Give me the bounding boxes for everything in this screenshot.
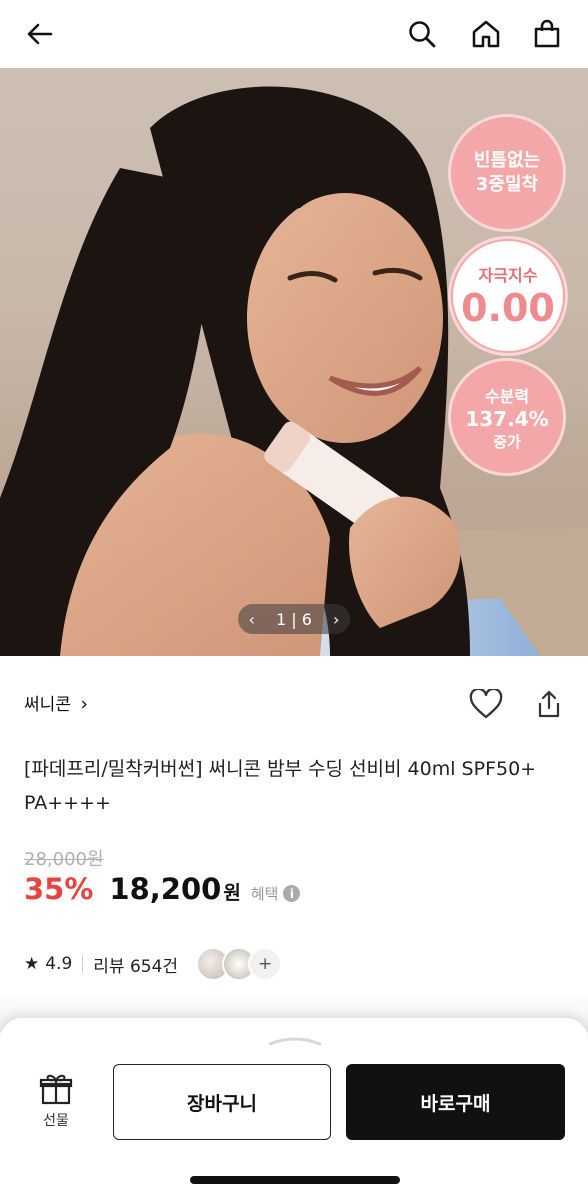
rating-divider — [82, 955, 84, 973]
badge-moisture-value: 137.4% — [465, 406, 549, 431]
product-title: [파데프리/밀착커버썬] 써니콘 밤부 수딩 선비비 40ml SPF50+ P… — [24, 758, 537, 814]
original-price: 28,000원 — [24, 849, 104, 870]
shopping-bag-icon — [534, 19, 560, 48]
gift-icon — [39, 1074, 73, 1105]
arrow-left-icon — [27, 23, 53, 45]
review-thumbnails[interactable]: + — [196, 947, 283, 981]
badge-adhesion-top: 빈틈없는 — [473, 150, 541, 171]
benefit-link[interactable]: 혜택 i — [251, 883, 301, 904]
share-icon — [538, 690, 560, 718]
review-count: 리뷰 654건 — [93, 956, 179, 977]
gift-label: 선물 — [43, 1113, 69, 1129]
buy-now-button[interactable]: 바로구매 — [346, 1064, 565, 1140]
sale-price: 18,200 — [109, 872, 222, 906]
hero-badge-adhesion: 빈틈없는 3중밀착 — [448, 114, 566, 232]
badge-irritation-value: 0.00 — [461, 286, 555, 330]
pager-divider: | — [291, 609, 297, 629]
search-button[interactable] — [402, 14, 442, 54]
pager-next-button[interactable]: › — [333, 610, 339, 629]
benefit-label: 혜택 — [250, 885, 279, 903]
discount-rate: 35% — [24, 872, 94, 906]
plus-icon: + — [257, 954, 273, 974]
star-icon: ★ — [24, 954, 40, 974]
rating-value: 4.9 — [45, 954, 73, 974]
brand-arrow-icon: › — [80, 693, 88, 715]
brand-name: 써니콘 — [24, 695, 71, 715]
hero-badge-moisture: 수분력 137.4% 증가 — [448, 358, 566, 476]
badge-moisture-label: 수분력 — [484, 386, 530, 406]
pager-current: 1 — [276, 609, 287, 629]
home-icon — [472, 20, 500, 48]
add-to-cart-button[interactable]: 장바구니 — [113, 1064, 331, 1140]
rating-row[interactable]: ★ 4.9 리뷰 654건 + — [24, 946, 283, 982]
image-pager: ‹ 1 | 6 › — [238, 604, 350, 634]
badge-adhesion-bottom: 3중밀착 — [475, 174, 539, 195]
share-button[interactable] — [529, 684, 569, 724]
pager-total: 6 — [301, 609, 312, 629]
back-button[interactable] — [20, 14, 60, 54]
heart-icon — [469, 689, 503, 719]
home-button[interactable] — [466, 14, 506, 54]
hero-badge-irritation: 자극지수 0.00 — [448, 236, 568, 356]
shopping-bag-button[interactable] — [527, 14, 567, 54]
info-icon: i — [283, 885, 301, 902]
price-row: 35% 18,200 원 혜택 i — [24, 872, 301, 916]
drag-handle-icon[interactable] — [268, 1036, 322, 1046]
gift-button[interactable]: 선물 — [26, 1072, 86, 1130]
more-thumbnails-button[interactable]: + — [248, 947, 283, 981]
badge-moisture-suffix: 증가 — [493, 432, 521, 451]
wishlist-button[interactable] — [466, 684, 506, 724]
search-icon — [409, 21, 436, 48]
brand-link[interactable]: 써니콘 › — [24, 690, 88, 715]
home-indicator — [190, 1176, 400, 1184]
pager-prev-button[interactable]: ‹ — [249, 610, 255, 629]
currency-label: 원 — [223, 882, 241, 904]
product-image-carousel[interactable]: 빈틈없는 3중밀착 자극지수 0.00 수분력 137.4% 증가 — [0, 68, 588, 656]
top-nav — [0, 0, 588, 68]
badge-irritation-label: 자극지수 — [478, 266, 538, 285]
